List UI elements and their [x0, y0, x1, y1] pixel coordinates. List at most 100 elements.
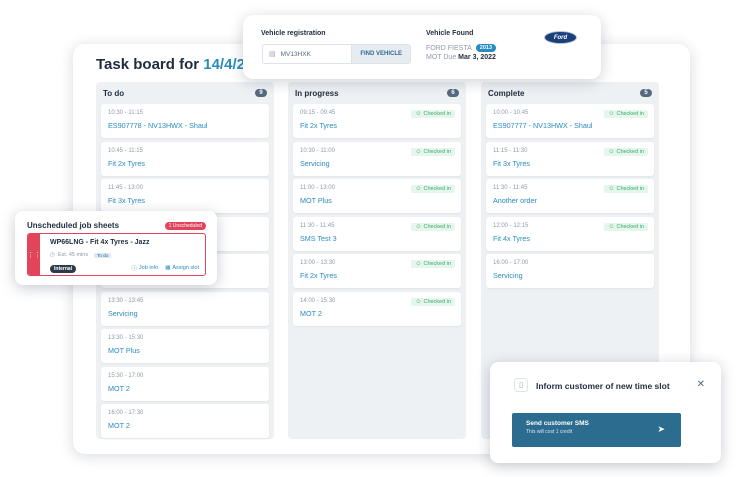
- info-icon: ⓘ: [131, 266, 137, 272]
- job-card[interactable]: 16:00 - 17:30 MOT 2: [101, 404, 269, 438]
- mot-due-date: Mar 3, 2022: [458, 54, 496, 61]
- card-title[interactable]: MOT Plus: [108, 346, 262, 355]
- card-title[interactable]: Fit 3x Tyres: [493, 159, 647, 168]
- vehicle-year-badge: 2013: [475, 44, 497, 52]
- card-title[interactable]: ES907777 - NV13HWX - Shaul: [493, 121, 647, 130]
- card-title[interactable]: MOT 2: [108, 384, 262, 393]
- card-title[interactable]: MOT Plus: [300, 196, 454, 205]
- card-title[interactable]: Fit 3x Tyres: [108, 196, 262, 205]
- user-check-icon: ☺: [608, 223, 615, 230]
- card-title[interactable]: Servicing: [108, 309, 262, 318]
- user-check-icon: ☺: [608, 148, 615, 155]
- checked-in-badge: ☺ Checked in: [411, 110, 455, 118]
- unscheduled-title: Unscheduled job sheets: [27, 221, 120, 230]
- job-status-badge: To do: [94, 252, 112, 258]
- checked-in-badge: ☺ Checked in: [411, 222, 455, 231]
- vehicle-registration-field[interactable]: ▤ MV13HXK FIND VEHICLE: [262, 44, 411, 64]
- status-text: Checked in: [423, 223, 451, 230]
- car-icon: ▤: [269, 51, 276, 58]
- card-title[interactable]: Servicing: [300, 159, 454, 168]
- vehicle-model: FORD FIESTA: [426, 44, 472, 52]
- card-title[interactable]: Another order: [493, 196, 647, 205]
- job-card[interactable]: 13:30 - 15:30 MOT Plus: [101, 329, 269, 363]
- job-card[interactable]: 11:30 - 11:45 SMS Test 3 ☺ Checked in: [293, 216, 461, 251]
- user-check-icon: ☺: [415, 148, 422, 155]
- ford-logo-icon: Ford: [544, 31, 577, 44]
- unscheduled-job-card[interactable]: ⋮⋮ WP66LNG - Fit 4x Tyres - Jazz ◷ Est. …: [27, 233, 206, 276]
- card-title[interactable]: Servicing: [493, 271, 647, 280]
- internal-tag: Internal: [50, 265, 77, 273]
- close-icon[interactable]: ✕: [697, 379, 705, 390]
- card-title[interactable]: Fit 2x Tyres: [300, 121, 454, 130]
- column-count-badge: 6: [447, 89, 459, 97]
- column-title: Complete: [488, 88, 525, 98]
- status-text: Checked in: [423, 186, 451, 192]
- job-card[interactable]: 10:00 - 10:45 ES907777 - NV13HWX - Shaul ☺…: [486, 104, 654, 138]
- job-card[interactable]: 13:00 - 13:30 Fit 2x Tyres ☺ Checked in: [293, 254, 461, 288]
- unscheduled-count-badge: 1 Unscheduled: [164, 222, 206, 230]
- job-actions: ⓘ Job info ▦ Assign slot: [131, 264, 199, 272]
- job-card[interactable]: 09:15 - 09:45 Fit 2x Tyres ☺ Checked in: [293, 104, 461, 138]
- card-time: 16:00 - 17:00: [493, 260, 529, 266]
- card-title[interactable]: MOT 2: [300, 309, 454, 318]
- job-card[interactable]: 12:00 - 12:15 Fit 4x Tyres ☺ Checked in: [486, 216, 654, 251]
- job-card[interactable]: 10:30 - 11:00 Servicing ☺ Checked in: [293, 141, 461, 176]
- card-title[interactable]: SMS Test 3: [300, 234, 454, 243]
- vehicle-registration-label: Vehicle registration: [261, 30, 326, 37]
- column-title: In progress: [295, 88, 339, 98]
- card-time: 15:30 - 17:00: [108, 372, 144, 379]
- assign-slot-link[interactable]: ▦ Assign slot: [165, 264, 199, 272]
- job-card[interactable]: 14:00 - 15:30 MOT 2 ☺ Checked in: [293, 291, 461, 326]
- checked-in-badge: ☺ Checked in: [604, 222, 648, 231]
- card-title[interactable]: Fit 2x Tyres: [108, 159, 262, 168]
- job-name: WP66LNG - Fit 4x Tyres - Jazz: [50, 239, 150, 246]
- job-card[interactable]: 11:00 - 13:00 MOT Plus ☺ Checked in: [293, 179, 461, 213]
- checked-in-badge: ☺ Checked in: [411, 297, 455, 306]
- card-time: 13:30 - 15:30: [108, 335, 144, 341]
- card-title[interactable]: MOT 2: [108, 421, 262, 430]
- status-text: Checked in: [423, 298, 451, 305]
- registration-input[interactable]: MV13HXK: [281, 51, 352, 58]
- card-time: 16:00 - 17:30: [108, 410, 144, 416]
- checked-in-badge: ☺ Checked in: [411, 260, 455, 268]
- job-card[interactable]: 11:30 - 11:45 Another order ☺ Checked in: [486, 179, 654, 213]
- phone-icon: ▯: [514, 378, 528, 392]
- checked-in-badge: ☺ Checked in: [604, 185, 648, 193]
- send-customer-sms-button[interactable]: Send customer SMS This will cost 1 credi…: [512, 413, 681, 447]
- status-text: Checked in: [616, 111, 644, 117]
- column-header: Complete 5: [486, 86, 654, 100]
- user-check-icon: ☺: [415, 298, 422, 305]
- brand-logo-text: Ford: [553, 34, 568, 41]
- job-info-link[interactable]: ⓘ Job info: [131, 264, 158, 272]
- card-title[interactable]: Fit 2x Tyres: [300, 271, 454, 280]
- status-text: Checked in: [423, 261, 451, 267]
- job-card[interactable]: 10:30 - 11:15 ES907778 - NV13HWX - Shaul: [101, 104, 269, 138]
- mot-due-row: MOT Due Mar 3, 2022: [426, 54, 496, 61]
- status-text: Checked in: [423, 148, 451, 155]
- job-card[interactable]: 10:45 - 11:15 Fit 2x Tyres: [101, 141, 269, 176]
- job-card[interactable]: 11:45 - 13:00 Fit 3x Tyres: [101, 179, 269, 213]
- column-count-badge: 5: [640, 89, 652, 97]
- send-icon: ➤: [657, 424, 665, 434]
- card-time: 13:30 - 13:45: [108, 297, 144, 304]
- dialog-title: Inform customer of new time slot: [536, 381, 670, 391]
- job-estimate-row: ◷ Est. 45 mins To do: [50, 252, 112, 258]
- job-card[interactable]: 13:30 - 13:45 Servicing: [101, 291, 269, 326]
- status-text: Checked in: [423, 111, 451, 117]
- job-card[interactable]: 16:00 - 17:00 Servicing: [486, 254, 654, 288]
- column-in-progress: In progress 6 09:15 - 09:45 Fit 2x Tyres ☺…: [288, 82, 466, 439]
- card-title[interactable]: ES907778 - NV13HWX - Shaul: [108, 121, 262, 130]
- status-text: Checked in: [616, 223, 644, 230]
- job-card[interactable]: 15:30 - 17:00 MOT 2: [101, 366, 269, 401]
- drag-handle[interactable]: ⋮⋮: [28, 234, 41, 275]
- job-info-label: Job info: [138, 265, 159, 271]
- column-header: In progress 6: [293, 86, 461, 100]
- inform-customer-dialog: ▯ Inform customer of new time slot ✕ Sen…: [490, 362, 721, 463]
- status-text: Checked in: [616, 186, 644, 192]
- find-vehicle-button[interactable]: FIND VEHICLE: [351, 45, 410, 63]
- card-title[interactable]: Fit 4x Tyres: [493, 234, 647, 243]
- vehicle-lookup-panel: Vehicle registration ▤ MV13HXK FIND VEHI…: [243, 15, 601, 79]
- button-sublabel: This will cost 1 credit: [526, 429, 573, 435]
- user-check-icon: ☺: [415, 186, 422, 192]
- job-card[interactable]: 11:15 - 11:30 Fit 3x Tyres ☺ Checked in: [486, 141, 654, 176]
